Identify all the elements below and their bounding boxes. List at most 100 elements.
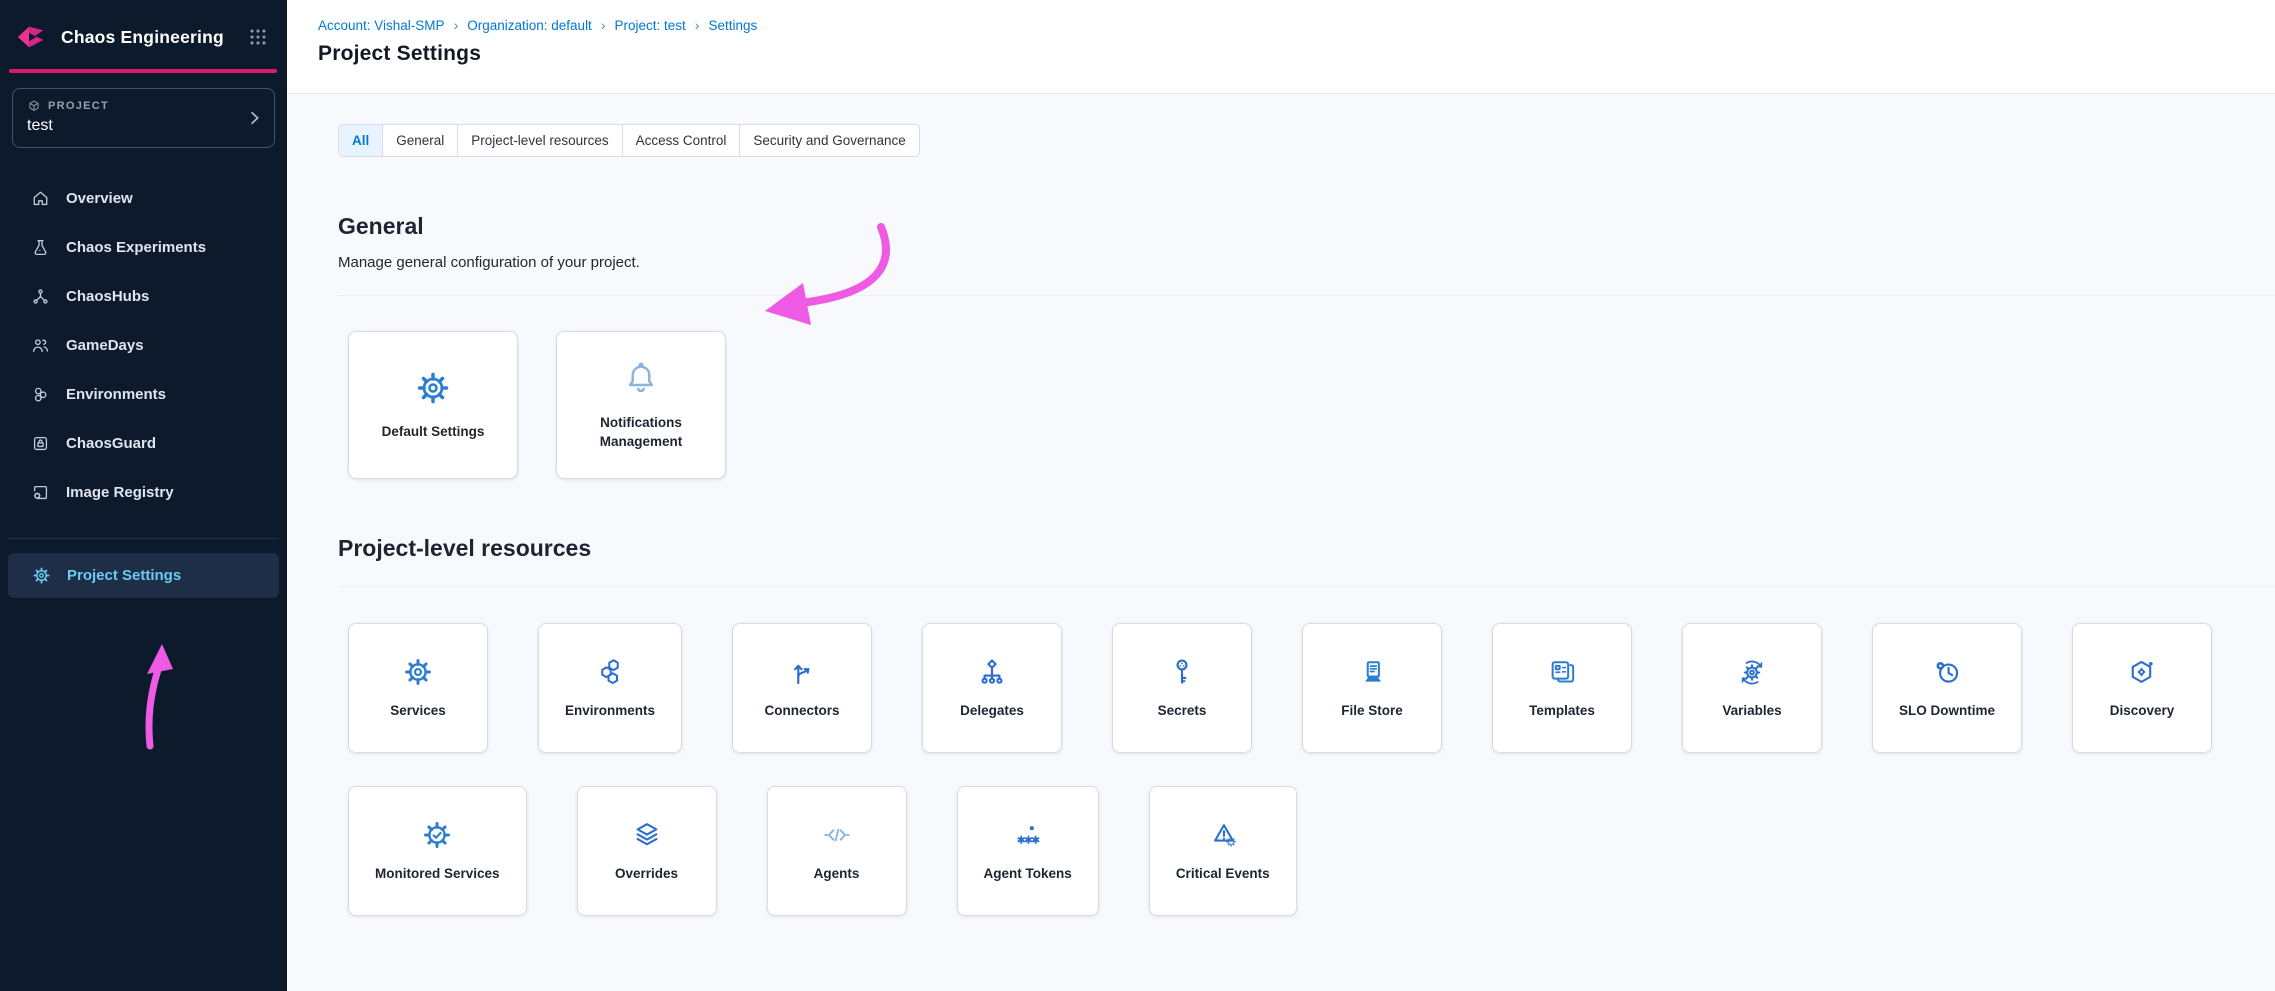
warning-gear-icon [1206, 818, 1240, 852]
card-label: Variables [1722, 702, 1781, 720]
chevron-right-icon [245, 109, 264, 128]
sidebar-item-chaoshubs[interactable]: ChaosHubs [0, 272, 287, 321]
hierarchy-icon [975, 655, 1009, 689]
section-project-level-resources: Project-level resources Services Environ… [338, 535, 2275, 916]
people-icon [30, 335, 51, 356]
card-label: File Store [1341, 702, 1403, 720]
card-label: Connectors [765, 702, 840, 720]
hexagons-icon [593, 655, 627, 689]
flask-icon [30, 237, 51, 258]
card-agent-tokens[interactable]: Agent Tokens [957, 786, 1099, 916]
card-agents[interactable]: Agents [767, 786, 907, 916]
card-notifications-management[interactable]: Notifications Management [556, 331, 726, 479]
breadcrumb-separator: › [601, 17, 606, 33]
section-description-general: Manage general configuration of your pro… [338, 254, 2275, 271]
card-label: Secrets [1158, 702, 1207, 720]
sidebar-item-label: Chaos Experiments [66, 239, 206, 256]
project-name: test [27, 117, 260, 135]
breadcrumb-separator: › [695, 17, 700, 33]
sidebar-item-label: ChaosHubs [66, 288, 149, 305]
sidebar-item-label: ChaosGuard [66, 435, 156, 452]
card-discovery[interactable]: Discovery [2072, 623, 2212, 753]
rings-icon [30, 384, 51, 405]
sidebar-item-image-registry[interactable]: Image Registry [0, 468, 287, 517]
sidebar-item-label: Project Settings [67, 567, 181, 584]
breadcrumb-organization[interactable]: Organization: default [467, 18, 592, 33]
card-delegates[interactable]: Delegates [922, 623, 1062, 753]
resources-row-1: Services Environments Connectors Delegat… [348, 623, 2275, 753]
card-label: Delegates [960, 702, 1024, 720]
breadcrumb-settings[interactable]: Settings [708, 18, 757, 33]
card-label: Notifications Management [583, 414, 699, 450]
harness-logo [14, 20, 50, 54]
card-label: Discovery [2110, 702, 2175, 720]
app-switcher-grid-icon[interactable] [247, 26, 269, 48]
card-label: Overrides [615, 865, 678, 883]
sidebar-item-environments[interactable]: Environments [0, 370, 287, 419]
sidebar-nav: Overview Chaos Experiments ChaosHubs Gam… [0, 174, 287, 517]
project-selector-label: PROJECT [48, 100, 109, 112]
hub-icon [30, 286, 51, 307]
settings-content: All General Project-level resources Acce… [287, 94, 2275, 916]
card-critical-events[interactable]: Critical Events [1149, 786, 1297, 916]
card-default-settings[interactable]: Default Settings [348, 331, 518, 479]
card-label: Templates [1529, 702, 1595, 720]
general-cards-row: Default Settings Notifications Managemen… [348, 331, 2275, 479]
card-secrets[interactable]: Secrets [1112, 623, 1252, 753]
branch-arrows-icon [785, 655, 819, 689]
card-label: Services [390, 702, 446, 720]
project-selector-label-row: PROJECT [27, 99, 260, 113]
key-icon [1165, 655, 1199, 689]
sidebar: Chaos Engineering PROJECT test Overview … [0, 0, 287, 991]
cube-icon [27, 99, 41, 113]
card-overrides[interactable]: Overrides [577, 786, 717, 916]
gear-icon [413, 368, 453, 408]
product-title: Chaos Engineering [61, 27, 224, 48]
tab-security-and-governance[interactable]: Security and Governance [740, 125, 918, 156]
card-environments[interactable]: Environments [538, 623, 682, 753]
registry-icon [30, 482, 51, 503]
breadcrumb: Account: Vishal-SMP › Organization: defa… [318, 17, 2275, 33]
breadcrumb-account[interactable]: Account: Vishal-SMP [318, 18, 445, 33]
card-services[interactable]: Services [348, 623, 488, 753]
card-connectors[interactable]: Connectors [732, 623, 872, 753]
card-label: Monitored Services [375, 865, 500, 883]
card-templates[interactable]: Templates [1492, 623, 1632, 753]
card-monitored-services[interactable]: Monitored Services [348, 786, 527, 916]
card-variables[interactable]: Variables [1682, 623, 1822, 753]
chaos-engineering-app: Chaos Engineering PROJECT test Overview … [0, 0, 2275, 991]
project-selector[interactable]: PROJECT test [12, 88, 275, 148]
file-icon [1355, 655, 1389, 689]
brand-header: Chaos Engineering [0, 0, 287, 54]
card-slo-downtime[interactable]: SLO Downtime [1872, 623, 2022, 753]
breadcrumb-separator: › [454, 17, 459, 33]
card-label: Agents [814, 865, 860, 883]
breadcrumb-project[interactable]: Project: test [615, 18, 686, 33]
card-label: Default Settings [382, 423, 485, 441]
tab-all[interactable]: All [339, 125, 383, 156]
tab-access-control[interactable]: Access Control [623, 125, 741, 156]
sidebar-item-chaosguard[interactable]: ChaosGuard [0, 419, 287, 468]
sidebar-divider [8, 538, 279, 539]
tokens-icon [1011, 818, 1045, 852]
sidebar-item-chaos-experiments[interactable]: Chaos Experiments [0, 223, 287, 272]
sidebar-item-project-settings[interactable]: Project Settings [8, 553, 279, 598]
home-icon [30, 188, 51, 209]
annotation-arrow-up [136, 638, 182, 754]
page-title: Project Settings [318, 42, 2275, 66]
clock-icon [1930, 655, 1964, 689]
sidebar-item-label: Environments [66, 386, 166, 403]
brand-accent-line [9, 69, 277, 73]
lock-icon [30, 433, 51, 454]
section-general: General Manage general configuration of … [338, 213, 2275, 479]
card-file-store[interactable]: File Store [1302, 623, 1442, 753]
tab-general[interactable]: General [383, 125, 458, 156]
section-title-general: General [338, 213, 2275, 240]
tab-project-level-resources[interactable]: Project-level resources [458, 125, 622, 156]
settings-tabbar: All General Project-level resources Acce… [338, 124, 920, 157]
sidebar-item-overview[interactable]: Overview [0, 174, 287, 223]
section-divider [338, 586, 2275, 587]
sidebar-item-gamedays[interactable]: GameDays [0, 321, 287, 370]
bell-icon [621, 359, 661, 399]
page-header: Account: Vishal-SMP › Organization: defa… [287, 0, 2275, 94]
